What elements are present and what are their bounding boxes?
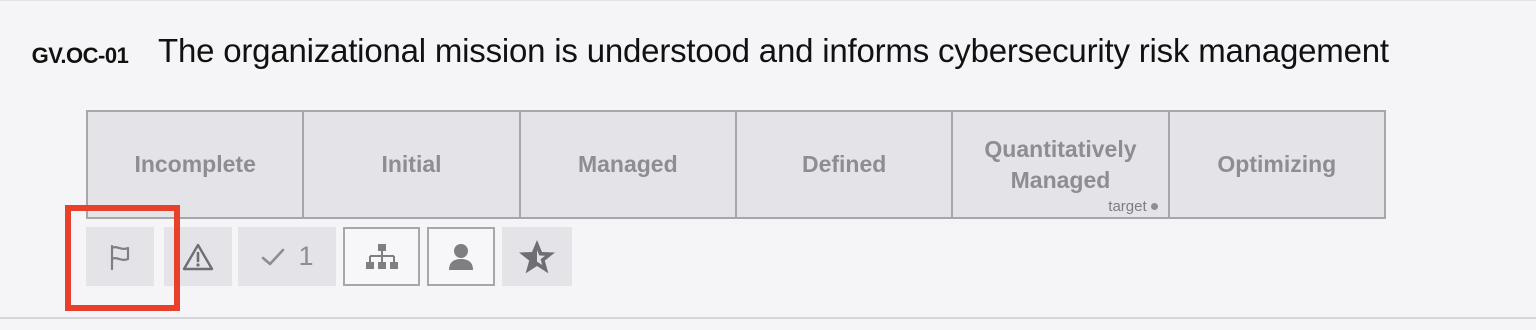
highlight-box bbox=[65, 205, 180, 311]
maturity-level-selector: Incomplete Initial Managed Defined Quant… bbox=[86, 110, 1386, 219]
maturity-level-quantitatively-managed[interactable]: Quantitatively Managed target bbox=[953, 112, 1170, 217]
maturity-level-label: Optimizing bbox=[1217, 151, 1337, 177]
tasks-count: 1 bbox=[298, 241, 314, 271]
maturity-level-managed[interactable]: Managed bbox=[521, 112, 737, 217]
favorite-button[interactable] bbox=[502, 227, 572, 286]
target-marker: target bbox=[1108, 198, 1158, 215]
maturity-level-label: Initial bbox=[381, 151, 442, 177]
check-icon bbox=[260, 246, 286, 268]
target-marker-label: target bbox=[1108, 198, 1147, 215]
person-icon bbox=[447, 242, 475, 272]
target-dot-icon bbox=[1150, 203, 1158, 210]
maturity-level-initial[interactable]: Initial bbox=[304, 112, 521, 217]
org-chart-icon bbox=[364, 242, 400, 272]
star-icon bbox=[517, 238, 557, 276]
assignee-button[interactable] bbox=[427, 227, 495, 286]
maturity-level-label: Incomplete bbox=[134, 151, 256, 177]
maturity-level-label: Managed bbox=[577, 151, 678, 177]
bottom-divider bbox=[0, 317, 1536, 319]
warning-icon bbox=[181, 242, 215, 272]
control-id: GV.OC-01 bbox=[31, 43, 129, 68]
tasks-button[interactable]: 1 bbox=[238, 227, 336, 286]
org-chart-button[interactable] bbox=[343, 227, 420, 286]
maturity-level-label: Quantitatively Managed bbox=[984, 135, 1137, 193]
maturity-level-defined[interactable]: Defined bbox=[737, 112, 954, 217]
top-divider bbox=[0, 0, 1536, 1]
maturity-level-label: Defined bbox=[801, 151, 887, 177]
maturity-level-incomplete[interactable]: Incomplete bbox=[88, 112, 305, 217]
control-title: The organizational mission is understood… bbox=[158, 32, 1389, 69]
maturity-level-optimizing[interactable]: Optimizing bbox=[1170, 112, 1384, 217]
